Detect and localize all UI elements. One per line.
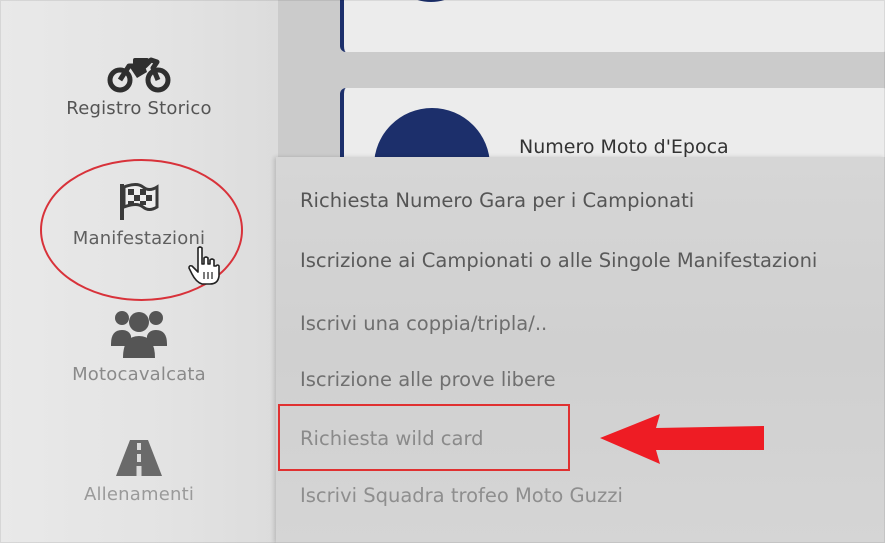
sidebar-item-label: Motocavalcata <box>72 364 206 385</box>
sidebar-item-label: Allenamenti <box>83 484 195 505</box>
motorcycle-icon <box>107 57 171 93</box>
sidebar-item-label: Registro Storico <box>66 98 212 119</box>
card-avatar <box>396 0 466 2</box>
menu-item-iscrivi-coppia[interactable]: Iscrivi una coppia/tripla/.. <box>300 312 547 335</box>
menu-item-richiesta-numero-gara[interactable]: Richiesta Numero Gara per i Campionati <box>300 189 694 212</box>
road-icon <box>116 440 162 476</box>
sidebar-item-allenamenti[interactable]: Allenamenti <box>0 440 278 505</box>
group-icon <box>111 311 167 358</box>
menu-item-squadra-moto-guzzi[interactable]: Iscrivi Squadra trofeo Moto Guzzi <box>300 484 623 507</box>
menu-item-prove-libere[interactable]: Iscrizione alle prove libere <box>300 368 556 391</box>
annotation-arrow-icon <box>600 414 764 464</box>
sidebar-item-registro-storico[interactable]: Registro Storico <box>0 50 278 119</box>
card-top[interactable] <box>340 0 885 52</box>
annotation-highlight-box <box>278 404 570 471</box>
hand-pointer-icon <box>188 246 220 285</box>
card-numero-moto-epoca[interactable]: Numero Moto d'Epoca <box>340 88 885 224</box>
manifestazioni-dropdown-menu: Richiesta Numero Gara per i Campionati I… <box>276 157 885 543</box>
card-title: Numero Moto d'Epoca <box>519 136 729 158</box>
menu-item-iscrizione-campionati[interactable]: Iscrizione ai Campionati o alle Singole … <box>300 249 817 272</box>
sidebar-item-motocavalcata[interactable]: Motocavalcata <box>0 306 278 385</box>
